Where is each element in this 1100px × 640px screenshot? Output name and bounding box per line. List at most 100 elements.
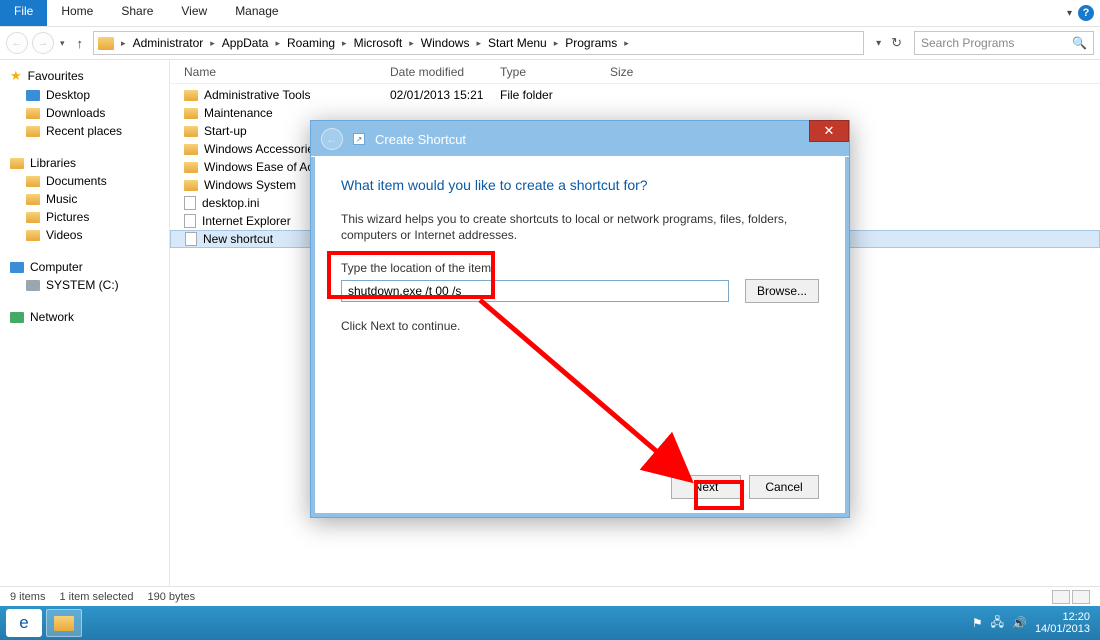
libraries-icon — [10, 158, 24, 169]
file-icon — [185, 232, 197, 246]
refresh-icon[interactable]: ↻ — [891, 35, 902, 51]
status-selected-count: 1 item selected — [59, 591, 133, 603]
taskbar-clock[interactable]: 12:20 14/01/2013 — [1035, 611, 1090, 635]
breadcrumb[interactable]: Microsoft — [352, 36, 405, 50]
breadcrumb[interactable]: Windows — [419, 36, 472, 50]
create-shortcut-dialog: ✕ ← ↗ Create Shortcut What item would yo… — [310, 120, 850, 518]
folder-icon — [184, 126, 198, 137]
file-name: Start-up — [204, 124, 247, 138]
sidebar-item-recent[interactable]: Recent places — [0, 122, 169, 140]
system-tray: ⚑ 🖧 🔊 12:20 14/01/2013 — [972, 611, 1094, 635]
continue-hint: Click Next to continue. — [341, 319, 819, 333]
sidebar-group-network[interactable]: Network — [0, 308, 169, 326]
breadcrumb[interactable]: AppData — [220, 36, 271, 50]
close-icon: ✕ — [824, 123, 835, 139]
sidebar-item-downloads[interactable]: Downloads — [0, 104, 169, 122]
drive-icon — [26, 280, 40, 291]
search-placeholder: Search Programs — [921, 36, 1014, 50]
chevron-right-icon: ▸ — [118, 38, 129, 49]
file-name: Internet Explorer — [202, 214, 291, 228]
column-type[interactable]: Type — [500, 65, 610, 79]
dialog-blurb: This wizard helps you to create shortcut… — [341, 211, 819, 243]
column-headers: Name Date modified Type Size — [170, 60, 1100, 84]
column-size[interactable]: Size — [610, 65, 690, 79]
breadcrumb[interactable]: Programs — [563, 36, 619, 50]
ribbon-minimize-chevron-icon[interactable]: ▾ — [1067, 8, 1072, 19]
column-name[interactable]: Name — [170, 65, 390, 79]
folder-icon — [184, 108, 198, 119]
file-name: Administrative Tools — [204, 88, 311, 102]
dialog-close-button[interactable]: ✕ — [809, 120, 849, 142]
computer-icon — [10, 262, 24, 273]
breadcrumb[interactable]: Start Menu — [486, 36, 549, 50]
search-input[interactable]: Search Programs 🔍 — [914, 31, 1094, 55]
location-label: Type the location of the item: — [341, 261, 819, 275]
file-icon — [184, 214, 196, 228]
file-date: 02/01/2013 15:21 — [390, 88, 500, 102]
column-date[interactable]: Date modified — [390, 65, 500, 79]
view-icons-button[interactable] — [1072, 590, 1090, 604]
file-type: File folder — [500, 88, 610, 102]
status-bar: 9 items 1 item selected 190 bytes — [0, 586, 1100, 606]
tray-flag-icon[interactable]: ⚑ — [972, 616, 983, 630]
clock-time: 12:20 — [1035, 611, 1090, 623]
sidebar-item-pictures[interactable]: Pictures — [0, 208, 169, 226]
breadcrumb[interactable]: Administrator — [131, 36, 206, 50]
taskbar-ie-icon[interactable]: e — [6, 609, 42, 637]
clock-date: 14/01/2013 — [1035, 623, 1090, 635]
nav-forward-button[interactable]: → — [32, 32, 54, 54]
status-selected-size: 190 bytes — [147, 591, 195, 603]
next-button[interactable]: Next — [671, 475, 741, 499]
ribbon: File Home Share View Manage ▾ ? — [0, 0, 1100, 26]
shortcut-icon: ↗ — [353, 133, 365, 145]
file-name: Maintenance — [204, 106, 273, 120]
sidebar-group-computer[interactable]: Computer — [0, 258, 169, 276]
pictures-icon — [26, 212, 40, 223]
nav-back-button[interactable]: ← — [6, 32, 28, 54]
tab-view[interactable]: View — [167, 0, 221, 26]
file-row[interactable]: Administrative Tools 02/01/2013 15:21File… — [170, 86, 1100, 104]
nav-history-dropdown-icon[interactable]: ▾ — [58, 38, 67, 49]
sidebar-item-documents[interactable]: Documents — [0, 172, 169, 190]
tab-home[interactable]: Home — [47, 0, 107, 26]
folder-icon — [98, 37, 114, 50]
folder-icon — [184, 162, 198, 173]
view-details-button[interactable] — [1052, 590, 1070, 604]
tray-network-icon[interactable]: 🖧 — [991, 613, 1004, 634]
tab-file[interactable]: File — [0, 0, 47, 26]
desktop-icon — [26, 90, 40, 101]
dialog-back-button[interactable]: ← — [321, 128, 343, 150]
file-name: New shortcut — [203, 232, 273, 246]
folder-icon — [26, 108, 40, 119]
help-icon[interactable]: ? — [1078, 5, 1094, 21]
tab-share[interactable]: Share — [107, 0, 167, 26]
sidebar-item-desktop[interactable]: Desktop — [0, 86, 169, 104]
address-dropdown-icon[interactable]: ▾ — [876, 38, 881, 49]
sidebar-group-libraries[interactable]: Libraries — [0, 154, 169, 172]
dialog-title: Create Shortcut — [375, 132, 466, 147]
address-bar[interactable]: ▸ Administrator▸ AppData▸ Roaming▸ Micro… — [93, 31, 864, 55]
file-icon — [184, 196, 196, 210]
tray-volume-icon[interactable]: 🔊 — [1012, 616, 1027, 630]
tab-manage[interactable]: Manage — [221, 0, 292, 26]
documents-icon — [26, 176, 40, 187]
sidebar-item-music[interactable]: Music — [0, 190, 169, 208]
sidebar-group-favourites[interactable]: ★Favourites — [0, 66, 169, 86]
recent-icon — [26, 126, 40, 137]
location-input[interactable] — [341, 280, 729, 302]
cancel-button[interactable]: Cancel — [749, 475, 819, 499]
file-name: Windows Accessories — [204, 142, 320, 156]
folder-icon — [184, 144, 198, 155]
search-icon: 🔍 — [1072, 36, 1087, 50]
file-name: Windows System — [204, 178, 296, 192]
network-icon — [10, 312, 24, 323]
browse-button[interactable]: Browse... — [745, 279, 819, 303]
sidebar-item-drive-c[interactable]: SYSTEM (C:) — [0, 276, 169, 294]
breadcrumb[interactable]: Roaming — [285, 36, 337, 50]
folder-icon — [184, 180, 198, 191]
taskbar-explorer-icon[interactable] — [46, 609, 82, 637]
sidebar: ★Favourites Desktop Downloads Recent pla… — [0, 60, 170, 586]
nav-up-button[interactable]: ↑ — [71, 36, 90, 51]
sidebar-item-videos[interactable]: Videos — [0, 226, 169, 244]
taskbar: e ⚑ 🖧 🔊 12:20 14/01/2013 — [0, 606, 1100, 640]
